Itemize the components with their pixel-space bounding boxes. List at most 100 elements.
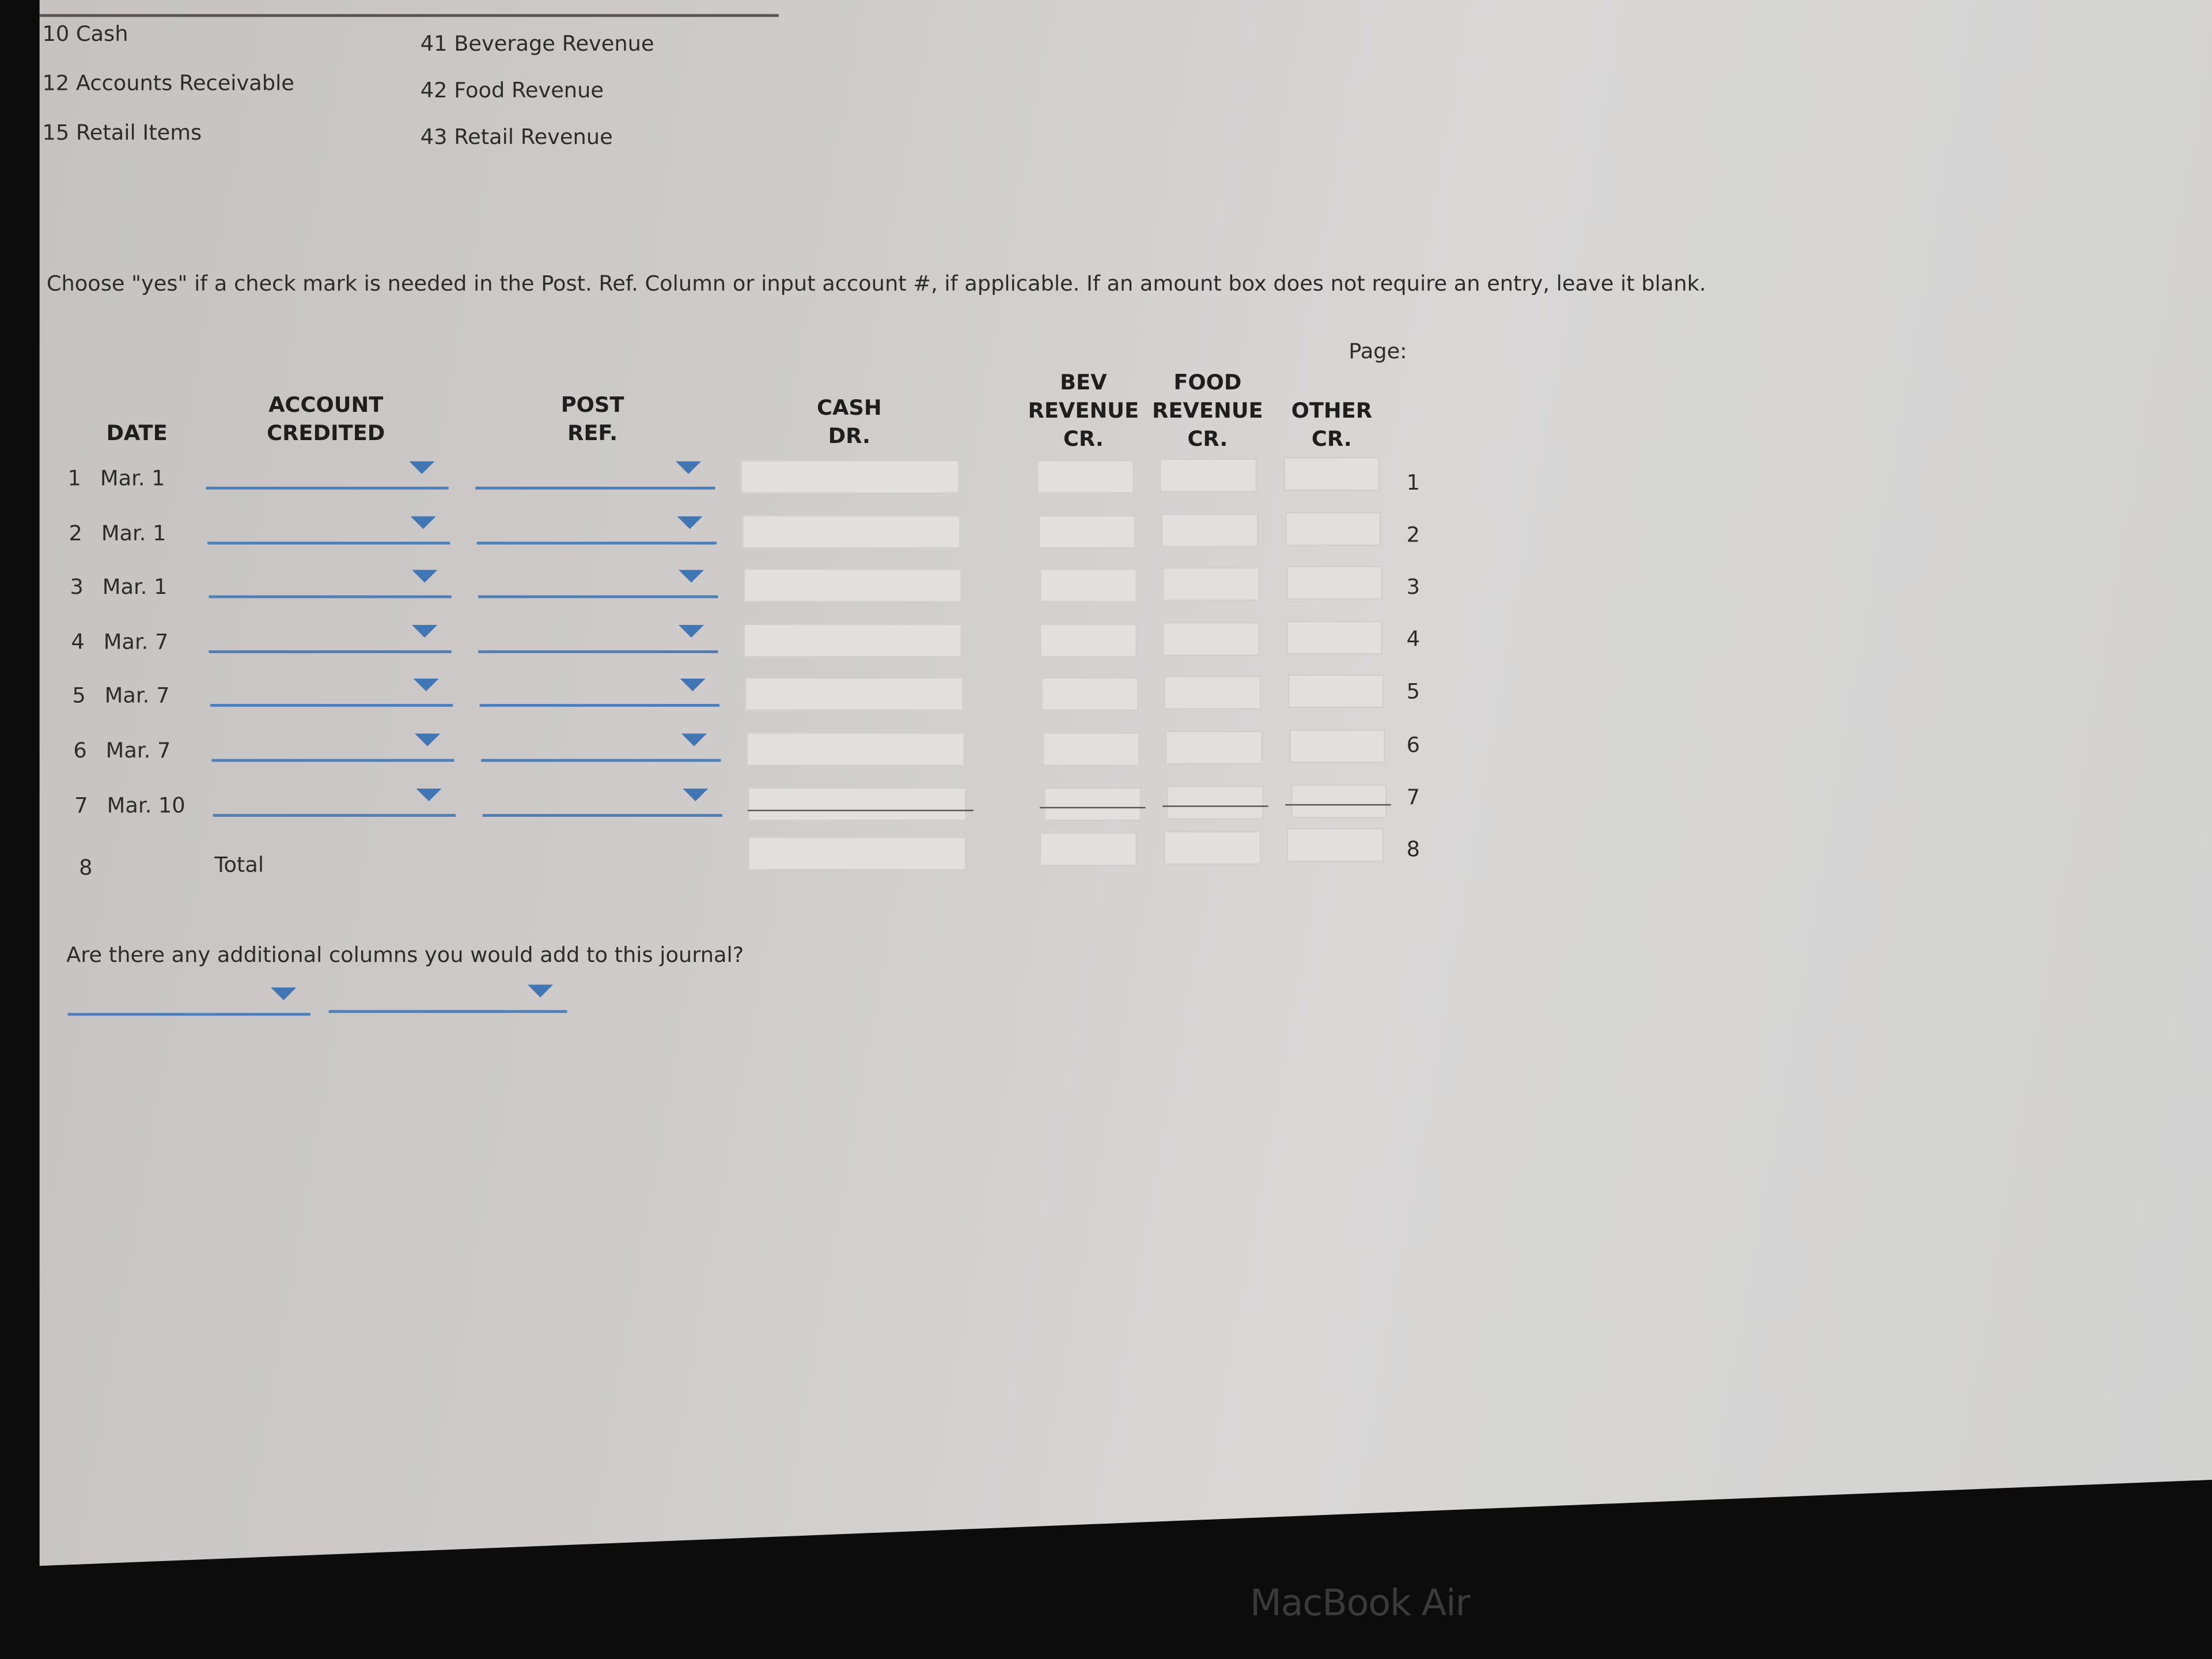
- account-credited-dropdown[interactable]: [213, 785, 456, 816]
- account-credited-dropdown[interactable]: [210, 676, 453, 707]
- row-number-right: 2: [1406, 522, 1421, 548]
- total-row-number: 8: [79, 855, 93, 881]
- row-number-right: 3: [1406, 574, 1421, 600]
- account-list-item: 15 Retail Items: [42, 120, 202, 146]
- chevron-down-icon: [681, 733, 707, 747]
- row-date: Mar. 1: [101, 520, 166, 546]
- header-bev-revenue-cr: BEV REVENUE CR.: [1028, 369, 1139, 452]
- food-revenue-cr-input[interactable]: [1160, 458, 1257, 493]
- other-cr-input[interactable]: [1287, 620, 1383, 654]
- bev-revenue-cr-input[interactable]: [1037, 514, 1135, 548]
- cash-dr-input[interactable]: [745, 677, 964, 712]
- header-cash-dr: CASH DR.: [816, 395, 882, 449]
- row-date: Mar. 7: [104, 683, 170, 709]
- account-list-item: 43 Retail Revenue: [420, 124, 613, 150]
- row-date: Mar. 1: [102, 574, 168, 600]
- additional-column-dropdown-1[interactable]: [67, 984, 310, 1016]
- post-ref-dropdown[interactable]: [476, 513, 717, 544]
- post-ref-dropdown[interactable]: [482, 785, 722, 816]
- row-number: 2: [69, 520, 82, 546]
- row-date: Mar. 7: [105, 737, 171, 763]
- total-other-cr-input[interactable]: [1286, 828, 1384, 862]
- cash-dr-input[interactable]: [741, 514, 961, 548]
- food-revenue-cr-input[interactable]: [1161, 567, 1259, 601]
- total-bev-revenue-input[interactable]: [1039, 832, 1137, 866]
- row-number: 1: [67, 465, 81, 491]
- chevron-down-icon: [412, 624, 438, 638]
- other-cr-input[interactable]: [1286, 566, 1382, 600]
- other-cr-input[interactable]: [1285, 511, 1381, 546]
- cash-dr-input[interactable]: [744, 623, 963, 657]
- row-number-right: 1: [1406, 469, 1421, 495]
- account-credited-dropdown[interactable]: [209, 622, 452, 653]
- macbook-air-label: MacBook Air: [1249, 1582, 1471, 1626]
- header-date: DATE: [106, 420, 168, 446]
- row-number: 7: [74, 792, 88, 818]
- chevron-down-icon: [676, 461, 702, 474]
- total-line-number-right: 8: [1406, 836, 1421, 862]
- row-number-right: 4: [1406, 627, 1421, 653]
- total-label: Total: [214, 852, 264, 878]
- post-ref-dropdown[interactable]: [478, 567, 718, 599]
- total-rule: [747, 809, 974, 811]
- chevron-down-icon: [677, 516, 703, 529]
- instructions: Choose "yes" if a check mark is needed i…: [46, 271, 1706, 297]
- account-list-item: 42 Food Revenue: [420, 77, 604, 103]
- row-date: Mar. 10: [107, 792, 185, 818]
- account-credited-dropdown[interactable]: [207, 513, 450, 544]
- row-number-right: 6: [1406, 731, 1421, 757]
- food-revenue-cr-input[interactable]: [1164, 676, 1262, 710]
- row-number: 6: [73, 737, 87, 763]
- page-label: Page:: [1349, 338, 1407, 364]
- bev-revenue-cr-input[interactable]: [1039, 569, 1137, 603]
- account-list-item: 12 Accounts Receivable: [42, 70, 294, 96]
- cash-dr-input[interactable]: [746, 732, 965, 766]
- food-revenue-cr-input[interactable]: [1166, 785, 1264, 819]
- post-ref-dropdown[interactable]: [481, 731, 721, 762]
- account-credited-dropdown[interactable]: [208, 567, 451, 599]
- row-date: Mar. 7: [103, 628, 169, 654]
- chevron-down-icon: [271, 987, 297, 1001]
- food-revenue-cr-input[interactable]: [1162, 622, 1260, 656]
- post-ref-dropdown[interactable]: [479, 622, 719, 653]
- bev-revenue-cr-input[interactable]: [1040, 623, 1138, 657]
- additional-columns-question: Are there any additional columns you wou…: [66, 942, 744, 968]
- total-food-revenue-input[interactable]: [1164, 831, 1262, 865]
- chevron-down-icon: [415, 733, 441, 747]
- food-revenue-cr-input[interactable]: [1161, 513, 1259, 547]
- account-credited-dropdown[interactable]: [211, 731, 454, 762]
- bev-revenue-cr-input[interactable]: [1043, 786, 1141, 821]
- cash-dr-input[interactable]: [747, 786, 967, 821]
- post-ref-dropdown[interactable]: [480, 676, 720, 707]
- chevron-down-icon: [677, 570, 704, 583]
- row-date: Mar. 1: [100, 465, 165, 491]
- bev-revenue-cr-input[interactable]: [1041, 677, 1139, 712]
- row-number-right: 7: [1406, 783, 1421, 809]
- post-ref-dropdown[interactable]: [475, 459, 715, 490]
- row-number: 5: [72, 683, 86, 709]
- other-cr-input[interactable]: [1290, 783, 1387, 818]
- chevron-down-icon: [682, 787, 708, 801]
- chevron-down-icon: [414, 679, 440, 692]
- other-cr-input[interactable]: [1288, 675, 1384, 709]
- bev-revenue-cr-input[interactable]: [1037, 460, 1134, 494]
- chevron-down-icon: [415, 787, 442, 801]
- additional-column-dropdown-2[interactable]: [328, 982, 567, 1013]
- cash-dr-input[interactable]: [740, 460, 960, 494]
- total-rule: [1039, 806, 1146, 808]
- bev-revenue-cr-input[interactable]: [1042, 732, 1140, 766]
- screen: 10 Cash 12 Accounts Receivable 15 Retail I…: [39, 0, 2212, 1566]
- row-number: 4: [71, 628, 85, 654]
- other-cr-input[interactable]: [1283, 457, 1380, 491]
- photo-stage: 10 Cash 12 Accounts Receivable 15 Retail I…: [0, 0, 2212, 1659]
- total-rule: [1162, 805, 1268, 806]
- other-cr-input[interactable]: [1289, 729, 1385, 763]
- food-revenue-cr-input[interactable]: [1165, 730, 1263, 765]
- account-credited-dropdown[interactable]: [206, 459, 449, 490]
- chevron-down-icon: [411, 570, 437, 583]
- cash-dr-input[interactable]: [743, 569, 962, 603]
- header-food-revenue-cr: FOOD REVENUE CR.: [1152, 369, 1263, 452]
- top-rule: [39, 14, 779, 17]
- total-cash-dr-input[interactable]: [747, 836, 967, 871]
- header-post-ref: POST REF.: [560, 392, 624, 446]
